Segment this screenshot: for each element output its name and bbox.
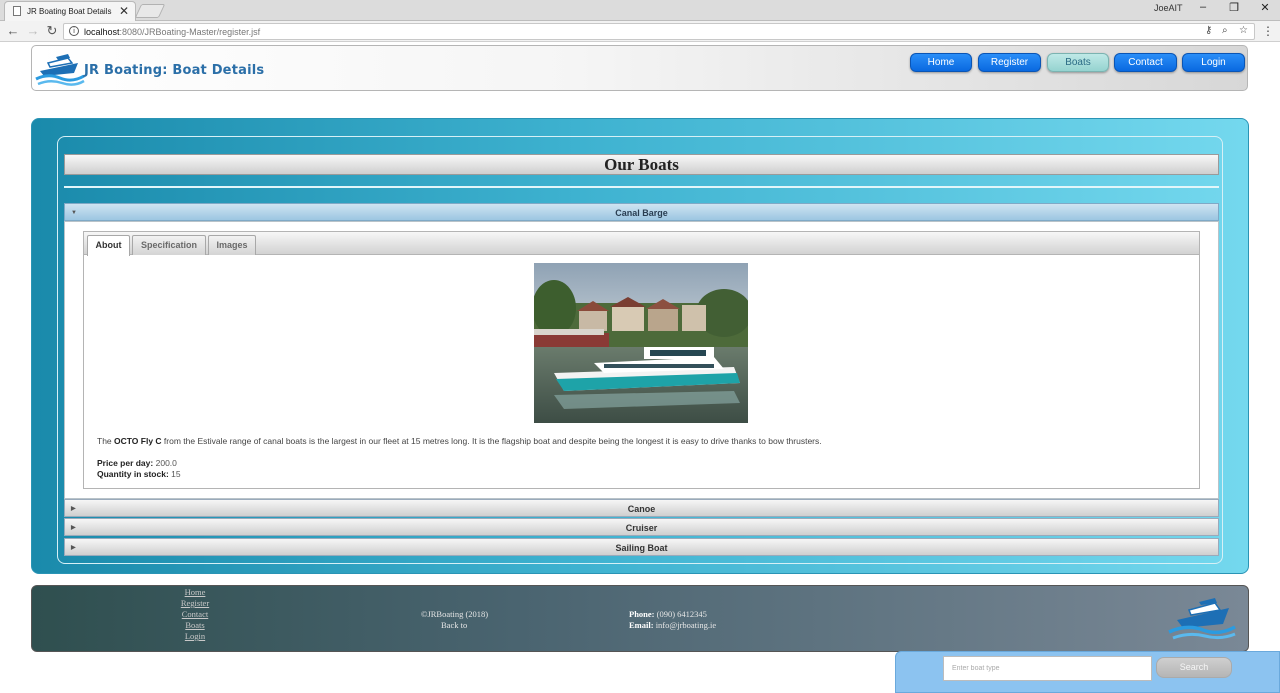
chevron-right-icon: ▶	[71, 525, 76, 531]
boat-tabview: About Specification Images The OCTO Fly …	[83, 231, 1200, 489]
back-to-link[interactable]: Back to	[441, 620, 467, 630]
search-button[interactable]: Search	[1156, 657, 1232, 678]
footer-link-home[interactable]: Home	[165, 587, 225, 597]
boat-name: OCTO Fly C	[114, 436, 162, 446]
browser-menu-icon[interactable]: ⋮	[1262, 24, 1274, 38]
accordion-header-sailing-boat[interactable]: ▶ Sailing Boat	[64, 538, 1219, 556]
phone-value: (090) 6412345	[656, 609, 707, 619]
phone-label: Phone:	[629, 609, 655, 619]
email-value[interactable]: info@jrboating.ie	[656, 620, 716, 630]
main-panel: Our Boats ▼ Canal Barge About Specificat…	[31, 118, 1249, 574]
email-label: Email:	[629, 620, 654, 630]
stock-row: Quantity in stock: 15	[97, 469, 181, 479]
stock-value: 15	[171, 469, 181, 479]
back-icon[interactable]: ←	[5, 23, 21, 38]
stock-label: Quantity in stock:	[97, 469, 169, 479]
footer-link-register[interactable]: Register	[165, 598, 225, 608]
boat-photo	[534, 263, 748, 423]
nav-login-button[interactable]: Login	[1182, 53, 1245, 72]
tab-bar: About Specification Images	[84, 232, 1199, 256]
site-title: JR Boating: Boat Details	[84, 63, 265, 78]
description-prefix: The	[97, 436, 115, 446]
boats-container: Our Boats ▼ Canal Barge About Specificat…	[57, 136, 1223, 564]
close-tab-icon[interactable]: ✕	[119, 4, 129, 18]
page-icon	[13, 6, 21, 16]
price-value: 200.0	[155, 458, 177, 468]
accordion-header-canoe[interactable]: ▶ Canoe	[64, 499, 1219, 517]
browser-tab-title: JR Boating Boat Details	[27, 7, 112, 16]
footer-link-contact[interactable]: Contact	[165, 609, 225, 619]
browser-tab-strip: JR Boating Boat Details ✕ JoeAIT – ❐ ✕	[0, 0, 1280, 21]
chevron-down-icon: ▼	[71, 210, 77, 216]
footer-link-boats[interactable]: Boats	[165, 620, 225, 630]
address-host: localhost	[84, 27, 120, 37]
address-bar[interactable]: i localhost:8080/JRBoating-Master/regist…	[63, 23, 1255, 40]
nav-register-button[interactable]: Register	[978, 53, 1041, 72]
divider	[64, 186, 1219, 188]
zoom-icon[interactable]: ⌕	[1222, 25, 1228, 36]
accordion-content-canal-barge: About Specification Images The OCTO Fly …	[64, 221, 1219, 499]
boat-logo-icon	[35, 54, 85, 86]
boat-description: The OCTO Fly C from the Estivale range o…	[97, 436, 822, 446]
price-label: Price per day:	[97, 458, 154, 468]
window-close-icon[interactable]: ✕	[1255, 1, 1275, 14]
search-input[interactable]	[943, 656, 1152, 681]
nav-boats-button[interactable]: Boats	[1047, 53, 1109, 72]
boat-search-panel: Search	[895, 651, 1280, 693]
site-header: JR Boating: Boat Details Home Register B…	[31, 45, 1248, 91]
nav-contact-button[interactable]: Contact	[1114, 53, 1177, 72]
tab-images[interactable]: Images	[208, 235, 256, 255]
phone-row: Phone: (090) 6412345	[629, 609, 707, 619]
reload-icon[interactable]: ↻	[44, 23, 60, 39]
restore-icon[interactable]: ❐	[1224, 1, 1244, 14]
accordion-label: Canoe	[627, 504, 656, 514]
address-path: :8080/JRBoating-Master/register.jsf	[119, 27, 261, 37]
key-icon[interactable]: ⚷	[1205, 25, 1212, 36]
accordion-header-canal-barge[interactable]: ▼ Canal Barge	[64, 203, 1219, 221]
price-row: Price per day: 200.0	[97, 458, 177, 468]
tab-about[interactable]: About	[87, 235, 130, 256]
browser-tab[interactable]: JR Boating Boat Details ✕	[4, 1, 136, 21]
accordion-label: Canal Barge	[615, 208, 668, 218]
accordion-label: Cruiser	[625, 523, 658, 533]
chevron-right-icon: ▶	[71, 545, 76, 551]
new-tab-button[interactable]	[134, 4, 166, 18]
description-text: from the Estivale range of canal boats i…	[161, 436, 822, 446]
page-title: Our Boats	[64, 154, 1219, 175]
forward-icon[interactable]: →	[25, 23, 41, 38]
chevron-right-icon: ▶	[71, 506, 76, 512]
bookmark-star-icon[interactable]: ☆	[1239, 25, 1248, 36]
footer-boat-logo-icon	[1168, 598, 1236, 640]
accordion-header-cruiser[interactable]: ▶ Cruiser	[64, 518, 1219, 536]
site-info-icon[interactable]: i	[69, 26, 79, 36]
tab-specification[interactable]: Specification	[132, 235, 206, 255]
email-row: Email: info@jrboating.ie	[629, 620, 716, 630]
accordion-label: Sailing Boat	[615, 543, 668, 553]
browser-toolbar: ← → ↻ i localhost:8080/JRBoating-Master/…	[0, 21, 1280, 42]
window-user-label: JoeAIT	[1154, 3, 1183, 13]
footer-link-login[interactable]: Login	[165, 631, 225, 641]
nav-home-button[interactable]: Home	[910, 53, 972, 72]
copyright-text: ©JRBoating (2018)	[421, 609, 489, 619]
site-footer: Home Register Contact Boats Login ©JRBoa…	[31, 585, 1249, 652]
minimize-icon[interactable]: –	[1193, 1, 1213, 13]
